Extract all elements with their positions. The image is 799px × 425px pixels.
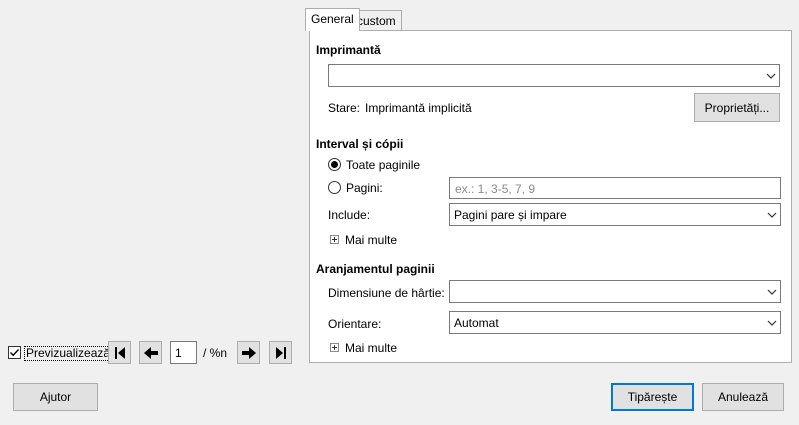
arrow-right-icon [241, 346, 256, 359]
orientation-label: Orientare: [328, 317, 382, 331]
page-number-input[interactable]: 1 [170, 341, 197, 364]
include-label: Include: [328, 208, 371, 222]
layout-more-label[interactable]: Mai multe [345, 341, 397, 355]
range-more-expander-icon[interactable] [330, 235, 339, 244]
range-section-title: Interval și cópii [316, 137, 404, 151]
orientation-select-value: Automat [454, 316, 499, 330]
next-page-button[interactable] [237, 341, 260, 364]
chevron-down-icon [762, 65, 779, 86]
preview-label[interactable]: Previzualizează [24, 346, 113, 361]
all-pages-radio[interactable] [328, 158, 341, 171]
cancel-button[interactable]: Anulează [702, 383, 784, 411]
last-page-button[interactable] [269, 341, 292, 364]
paper-size-select[interactable] [449, 280, 781, 303]
include-select[interactable]: Pagini pare și impare [449, 203, 781, 226]
all-pages-label: Toate paginile [346, 158, 421, 172]
printer-section-title: Imprimantă [316, 43, 381, 57]
print-button-label: Tipărește [627, 390, 678, 404]
include-select-value: Pagini pare și impare [454, 208, 567, 222]
layout-more-expander-icon[interactable] [330, 343, 339, 352]
pages-radio[interactable] [328, 181, 341, 194]
checkmark-icon [10, 349, 20, 357]
preview-checkbox[interactable] [8, 346, 21, 359]
first-page-icon [114, 346, 125, 359]
arrow-left-icon [143, 346, 158, 359]
paper-size-label: Dimensiune de hârtie: [328, 286, 445, 300]
help-button-label: Ajutor [39, 390, 72, 404]
last-page-icon [275, 346, 286, 359]
chevron-down-icon [763, 204, 780, 225]
previous-page-button[interactable] [139, 341, 162, 364]
tab-custom-label: custom [357, 14, 396, 28]
print-button[interactable]: Tipărește [611, 383, 694, 411]
layout-section-title: Aranjamentul paginii [316, 262, 435, 276]
orientation-select[interactable]: Automat [449, 311, 781, 334]
range-more-label[interactable]: Mai multe [345, 233, 397, 247]
chevron-down-icon [763, 312, 780, 333]
help-button[interactable]: Ajutor [13, 383, 98, 411]
printer-status-value: Imprimantă implicită [365, 101, 472, 115]
tab-general-label: General [311, 12, 354, 26]
printer-properties-button[interactable]: Proprietăți... [694, 93, 780, 122]
page-total-label: / %n [203, 346, 228, 360]
pages-label: Pagini: [346, 181, 383, 195]
printer-properties-button-label: Proprietăți... [704, 100, 770, 115]
cancel-button-label: Anulează [717, 390, 769, 404]
page-number-value: 1 [175, 346, 182, 360]
tab-general[interactable]: General [305, 8, 360, 31]
printer-status-label: Stare: [328, 101, 361, 115]
first-page-button[interactable] [108, 341, 131, 364]
general-tab-panel: Imprimantă Stare: Imprimantă implicită P… [309, 30, 792, 363]
pages-input[interactable]: ex.: 1, 3-5, 7, 9 [449, 177, 781, 199]
printer-select[interactable] [328, 64, 780, 87]
chevron-down-icon [763, 281, 780, 302]
pages-input-placeholder: ex.: 1, 3-5, 7, 9 [455, 182, 536, 196]
